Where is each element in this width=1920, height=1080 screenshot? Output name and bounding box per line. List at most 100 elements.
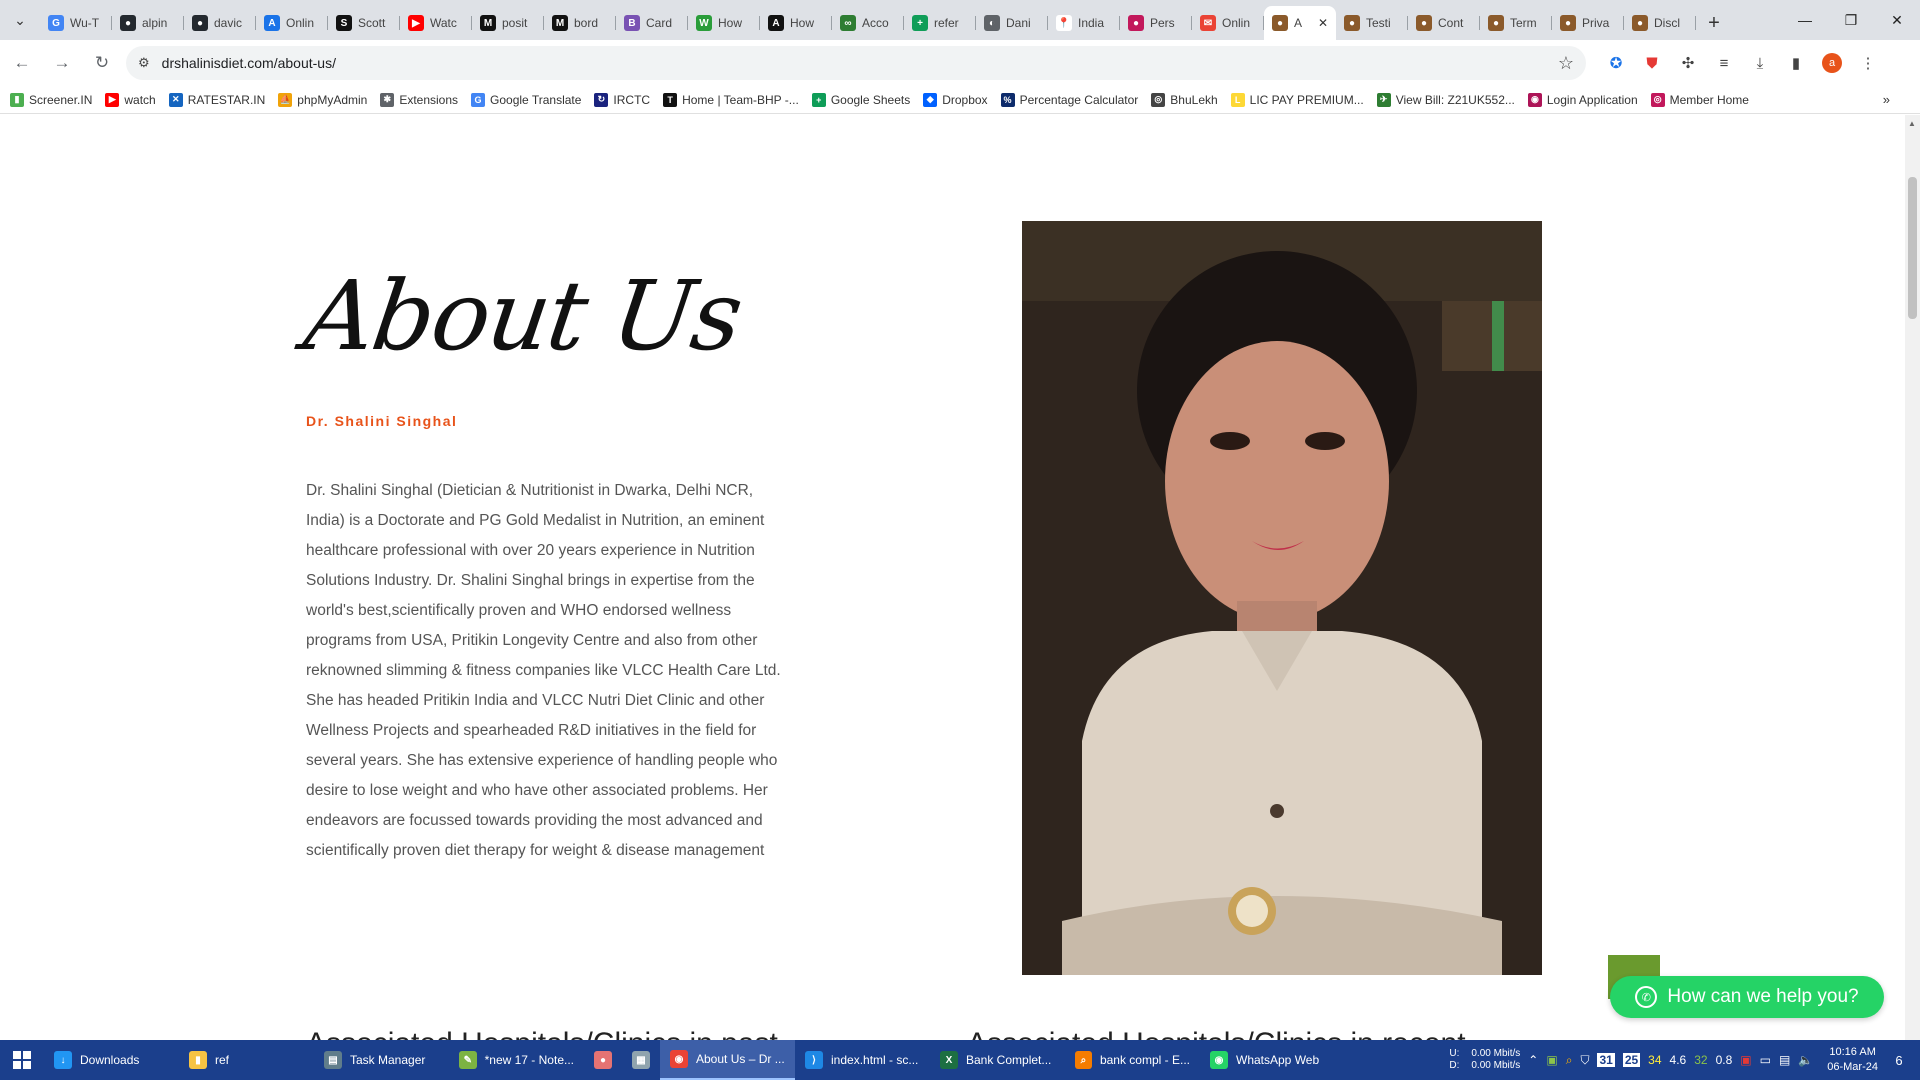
browser-tab[interactable]: Mbord	[544, 6, 616, 40]
taskbar-item[interactable]: ✎ *new 17 - Note...	[449, 1040, 584, 1080]
bookmark-item[interactable]: ✕ RATESTAR.IN	[168, 92, 265, 107]
vscode-icon: ⟩	[805, 1051, 823, 1069]
bookmark-star-icon[interactable]: ☆	[1558, 53, 1574, 74]
tray-number-3: 34	[1648, 1053, 1662, 1067]
tab-label: refer	[934, 16, 959, 30]
shield-icon[interactable]: ⛊	[1636, 47, 1668, 79]
browser-tab[interactable]: ● Term	[1480, 6, 1552, 40]
taskbar-item[interactable]: X Bank Complet...	[930, 1040, 1065, 1080]
bookmark-label: BhuLekh	[1170, 92, 1218, 107]
scrollbar-thumb[interactable]	[1908, 177, 1917, 319]
browser-tab[interactable]: ● Testi	[1336, 6, 1408, 40]
browser-tab[interactable]: + refer	[904, 6, 976, 40]
close-tab-icon[interactable]: ✕	[1318, 16, 1328, 30]
browser-tab[interactable]: S Scott	[328, 6, 400, 40]
taskbar-item[interactable]: ◉ About Us – Dr ...	[660, 1040, 795, 1080]
bookmark-item[interactable]: ▮ Screener.IN	[10, 92, 93, 107]
battery-icon[interactable]: ▭	[1760, 1053, 1771, 1067]
link-icon: ∞	[840, 15, 856, 31]
bookmark-item[interactable]: ▶ watch	[105, 92, 156, 107]
taskbar-item[interactable]: ▮ ref	[179, 1040, 314, 1080]
browser-tab[interactable]: ● davic	[184, 6, 256, 40]
extension-icon[interactable]: ✪	[1600, 47, 1632, 79]
browser-tab[interactable]: ● Priva	[1552, 6, 1624, 40]
past-clinics-heading: Associated Hospitals/Clinics in past	[306, 1027, 778, 1040]
browser-tab[interactable]: ◐ Dani	[976, 6, 1048, 40]
bookmark-item[interactable]: ◎ BhuLekh	[1151, 92, 1218, 107]
page-scrollbar[interactable]: ▲	[1905, 115, 1920, 1040]
taskbar-item[interactable]: ●	[584, 1040, 622, 1080]
taskbar-item[interactable]: ⌕ bank compl - E...	[1065, 1040, 1200, 1080]
downloads-icon[interactable]: ⤓	[1744, 47, 1776, 79]
taskbar-item[interactable]: ▤ Task Manager	[314, 1040, 449, 1080]
browser-tab[interactable]: 📍 India	[1048, 6, 1120, 40]
whatsapp-chat-button[interactable]: ✆ How can we help you?	[1610, 976, 1884, 1018]
back-icon[interactable]: ←	[4, 45, 40, 81]
taskbar-item[interactable]: ◉ WhatsApp Web	[1200, 1040, 1335, 1080]
browser-tab[interactable]: ● Discl	[1624, 6, 1696, 40]
new-tab-button[interactable]: +	[1696, 6, 1732, 40]
tray-app-icon[interactable]: ▣	[1546, 1053, 1557, 1067]
bookmark-item[interactable]: ✱ Extensions	[380, 92, 458, 107]
page-viewport: About Us Dr. Shalini Singhal Dr. Shalini…	[0, 115, 1905, 1040]
bookmark-item[interactable]: G Google Translate	[471, 92, 581, 107]
bookmark-icon: ↻	[594, 92, 609, 107]
bookmark-item[interactable]: + Google Sheets	[811, 92, 910, 107]
taskbar-item[interactable]: ↓ Downloads	[44, 1040, 179, 1080]
site-info-icon[interactable]: ⚙	[138, 55, 150, 71]
browser-tab[interactable]: ● alpin	[112, 6, 184, 40]
media-controls-icon[interactable]: ≡	[1708, 47, 1740, 79]
antivirus-icon[interactable]: ▣	[1740, 1053, 1751, 1067]
close-window-icon[interactable]: ✕	[1874, 0, 1920, 40]
taskbar-apps: ↓ Downloads ▮ ref ▤ Task Manager ✎ *new 17 - No…	[44, 1040, 1335, 1080]
tab-search-icon[interactable]: ⌄	[0, 0, 40, 40]
more-bookmarks-icon[interactable]: »	[1883, 92, 1890, 107]
restore-icon[interactable]: ❐	[1828, 0, 1874, 40]
bookmark-item[interactable]: ◎ Member Home	[1650, 92, 1749, 107]
bookmark-item[interactable]: ◉ Login Application	[1527, 92, 1638, 107]
bookmark-item[interactable]: T Home | Team-BHP -...	[663, 92, 799, 107]
browser-tab[interactable]: ● A ✕	[1264, 6, 1336, 40]
bookmark-icon: L	[1230, 92, 1245, 107]
volume-icon[interactable]: 🔈	[1798, 1053, 1813, 1067]
browser-tab[interactable]: ∞ Acco	[832, 6, 904, 40]
minimize-icon[interactable]: —	[1782, 0, 1828, 40]
notification-center-icon[interactable]: 6	[1886, 1047, 1912, 1073]
bookmark-item[interactable]: ↻ IRCTC	[594, 92, 650, 107]
bookmark-item[interactable]: L LIC PAY PREMIUM...	[1230, 92, 1364, 107]
reload-icon[interactable]: ↻	[84, 45, 120, 81]
browser-tab[interactable]: W How	[688, 6, 760, 40]
browser-tab[interactable]: ✉ Onlin	[1192, 6, 1264, 40]
clock[interactable]: 10:16 AM 06-Mar-24	[1827, 1045, 1878, 1075]
browser-tab[interactable]: A How	[760, 6, 832, 40]
menu-icon[interactable]: ⋮	[1852, 47, 1884, 79]
taskbar-item[interactable]: ⟩ index.html - sc...	[795, 1040, 930, 1080]
bookmark-item[interactable]: % Percentage Calculator	[1000, 92, 1138, 107]
profile-avatar[interactable]: a	[1816, 47, 1848, 79]
browser-tab[interactable]: B Card	[616, 6, 688, 40]
browser-tab[interactable]: ▶ Watc	[400, 6, 472, 40]
chevron-up-icon[interactable]: ⌃	[1528, 1053, 1538, 1067]
extensions-puzzle-icon[interactable]: ✣	[1672, 47, 1704, 79]
network-icon[interactable]: ▤	[1779, 1053, 1790, 1067]
url-text[interactable]: drshalinisdiet.com/about-us/	[162, 55, 1558, 71]
side-panel-icon[interactable]: ▮	[1780, 47, 1812, 79]
browser-tab[interactable]: A Onlin	[256, 6, 328, 40]
scroll-up-icon[interactable]: ▲	[1908, 119, 1916, 128]
bookmark-item[interactable]: ◆ Dropbox	[923, 92, 988, 107]
bookmark-item[interactable]: ✈ View Bill: Z21UK552...	[1376, 92, 1515, 107]
tab-label: Card	[646, 16, 673, 30]
search-tray-icon[interactable]: ⌕	[1566, 1053, 1573, 1068]
bookmark-item[interactable]: ⛵ phpMyAdmin	[278, 92, 367, 107]
browser-tab[interactable]: Mposit	[472, 6, 544, 40]
browser-tab[interactable]: ● Pers	[1120, 6, 1192, 40]
forward-icon[interactable]: →	[44, 45, 80, 81]
shield-tray-icon[interactable]: ⛉	[1580, 1053, 1589, 1068]
bookmark-label: Screener.IN	[29, 92, 93, 107]
browser-tab[interactable]: G Wu-T	[40, 6, 112, 40]
start-button[interactable]	[0, 1040, 44, 1080]
taskbar-item[interactable]: ▦	[622, 1040, 660, 1080]
browser-tab[interactable]: ● Cont	[1408, 6, 1480, 40]
address-bar[interactable]: ⚙ drshalinisdiet.com/about-us/ ☆	[126, 46, 1586, 80]
doctor-photo	[1022, 221, 1542, 975]
